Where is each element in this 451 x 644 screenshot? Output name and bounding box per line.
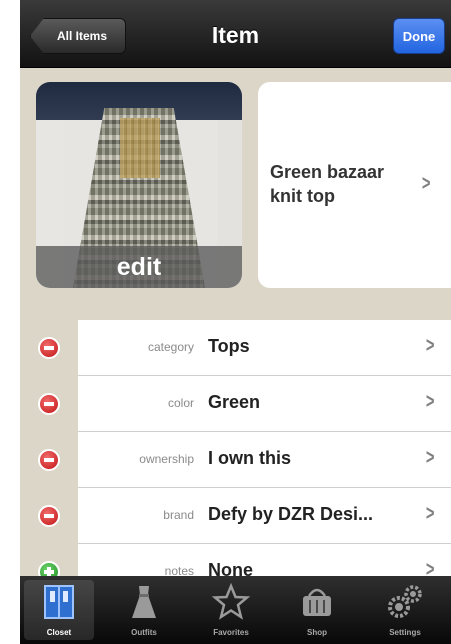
chevron-right-icon: >: [425, 334, 435, 357]
brand-value: Defy by DZR Desi...: [208, 504, 374, 524]
gears-icon: [388, 585, 422, 618]
tab-favorites[interactable]: Favorites: [196, 580, 266, 640]
chevron-right-icon: >: [425, 446, 435, 469]
ownership-label: ownership: [139, 452, 194, 466]
attribute-row-ownership: ownership I own this >: [20, 432, 451, 488]
category-cell[interactable]: category Tops >: [78, 320, 451, 376]
done-button-label: Done: [402, 28, 436, 44]
dress-icon: [132, 586, 156, 618]
tab-favorites-label: Favorites: [213, 628, 249, 637]
chevron-right-icon: >: [425, 390, 435, 413]
tab-closet-label: Closet: [46, 628, 72, 637]
tab-outfits-label: Outfits: [131, 628, 157, 637]
brand-cell[interactable]: brand Defy by DZR Desi... >: [78, 488, 451, 544]
tab-bar: Closet Outfits Favorites Shop Settings: [20, 576, 451, 644]
tab-shop-label: Shop: [307, 628, 327, 637]
done-button[interactable]: Done: [393, 18, 445, 54]
chevron-right-icon: >: [425, 502, 435, 525]
tab-closet[interactable]: Closet: [24, 580, 94, 640]
attribute-row-color: color Green >: [20, 376, 451, 432]
basket-icon: [303, 588, 331, 616]
ownership-cell[interactable]: ownership I own this >: [78, 432, 451, 488]
category-value: Tops: [208, 336, 250, 356]
item-detail-screen: All Items Item Done edit Green bazaar kn…: [20, 0, 451, 644]
knit-top-detail: [120, 118, 160, 178]
category-label: category: [147, 340, 194, 354]
tab-settings-label: Settings: [389, 628, 421, 637]
color-value: Green: [208, 392, 261, 412]
remove-icon[interactable]: [38, 505, 60, 527]
left-margin: [0, 0, 20, 644]
edit-label: edit: [116, 252, 162, 281]
remove-icon[interactable]: [38, 449, 60, 471]
remove-icon[interactable]: [38, 393, 60, 415]
ownership-value: I own this: [208, 448, 291, 468]
attribute-row-category: category Tops >: [20, 320, 451, 376]
brand-label: brand: [163, 508, 194, 522]
page-title: Item: [211, 22, 260, 48]
navigation-bar: All Items Item Done: [20, 0, 451, 68]
tab-shop[interactable]: Shop: [282, 580, 352, 640]
remove-icon[interactable]: [38, 337, 60, 359]
item-photo[interactable]: edit: [36, 82, 242, 288]
closet-icon: [44, 585, 74, 619]
edit-photo-button[interactable]: edit: [36, 246, 242, 288]
item-name-cell[interactable]: Green bazaar knit top >: [258, 82, 451, 288]
color-label: color: [167, 396, 194, 410]
tab-settings[interactable]: Settings: [370, 580, 440, 640]
attribute-row-brand: brand Defy by DZR Desi... >: [20, 488, 451, 544]
star-icon: [211, 582, 251, 620]
color-cell[interactable]: color Green >: [78, 376, 451, 432]
tab-outfits[interactable]: Outfits: [109, 580, 179, 640]
chevron-right-icon: >: [421, 172, 431, 195]
item-name: Green bazaar knit top: [270, 162, 385, 206]
